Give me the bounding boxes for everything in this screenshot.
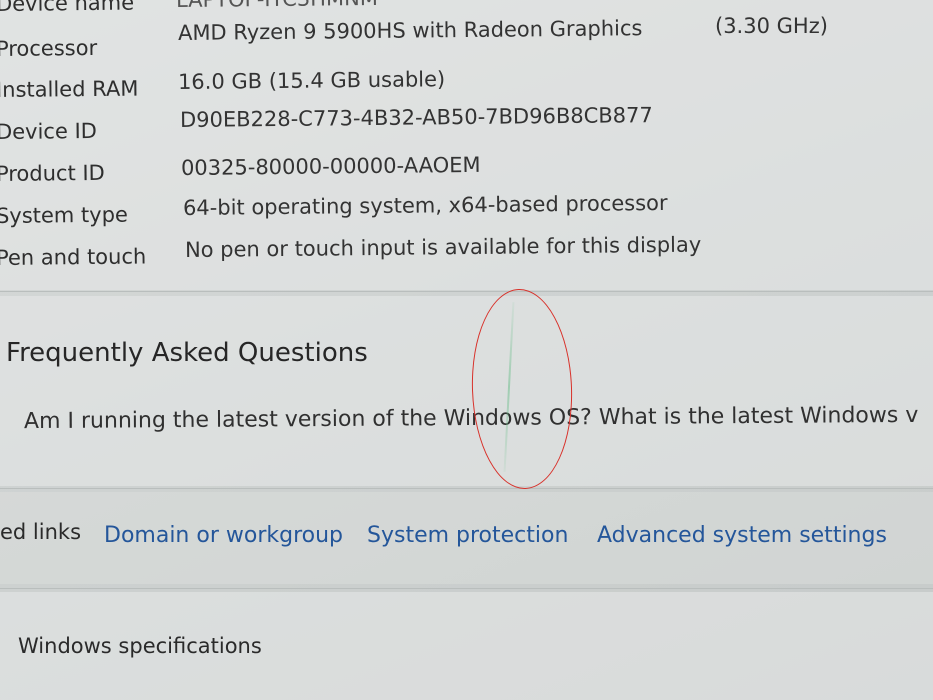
divider <box>0 488 933 489</box>
advanced-system-settings-link[interactable]: Advanced system settings <box>597 523 887 548</box>
spec-label-device-name: Device name <box>0 0 135 16</box>
faq-panel <box>0 296 933 486</box>
spec-value-processor: AMD Ryzen 9 5900HS with Radeon Graphics <box>177 16 643 45</box>
spec-value-installed-ram: 16.0 GB (15.4 GB usable) <box>177 67 446 94</box>
spec-label-device-id: Device ID <box>0 118 97 144</box>
spec-label-system-type: System type <box>0 202 129 228</box>
spec-label-pen-and-touch: Pen and touch <box>0 244 147 270</box>
domain-or-workgroup-link[interactable]: Domain or workgroup <box>104 523 343 548</box>
spec-value-system-type: 64-bit operating system, x64-based proce… <box>182 190 668 220</box>
related-links-label: ed links <box>0 520 82 544</box>
processor-speed: (3.30 GHz) <box>715 14 828 38</box>
windows-specifications-title[interactable]: Windows specifications <box>18 634 262 658</box>
divider <box>0 291 933 292</box>
spec-label-processor: Processor <box>0 35 98 61</box>
faq-title: Frequently Asked Questions <box>6 338 368 368</box>
divider <box>0 588 933 589</box>
spec-value-product-id: 00325-80000-00000-AAOEM <box>180 152 481 180</box>
system-protection-link[interactable]: System protection <box>367 523 568 548</box>
spec-value-device-id: D90EB228-C773-4B32-AB50-7BD96B8CB877 <box>179 103 653 132</box>
spec-label-installed-ram: Installed RAM <box>0 76 139 102</box>
spec-label-product-id: Product ID <box>0 160 105 186</box>
